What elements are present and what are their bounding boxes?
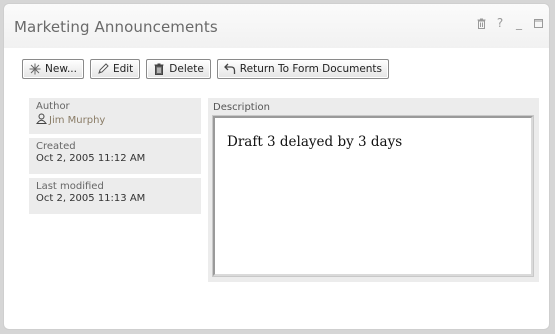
author-panel: Author Jim Murphy — [29, 98, 201, 134]
description-label: Description — [213, 102, 270, 113]
portlet-titlebar: Marketing Announcements ? _ — [4, 4, 549, 48]
modified-panel: Last modified Oct 2, 2005 11:13 AM — [29, 178, 201, 214]
portlet-title: Marketing Announcements — [14, 18, 218, 36]
help-icon[interactable]: ? — [495, 16, 505, 30]
new-button[interactable]: New... — [22, 59, 84, 79]
sparkle-icon — [29, 63, 41, 75]
modified-value: Oct 2, 2005 11:13 AM — [36, 193, 146, 204]
minimize-icon[interactable]: _ — [514, 16, 524, 30]
edit-button-label: Edit — [112, 63, 134, 75]
description-box: Draft 3 delayed by 3 days — [212, 115, 534, 277]
back-arrow-icon — [223, 63, 236, 75]
delete-button-label: Delete — [169, 63, 204, 75]
description-text: Draft 3 delayed by 3 days — [227, 134, 403, 150]
window-controls: ? _ — [476, 16, 543, 30]
trash-icon — [153, 63, 165, 75]
action-toolbar: New... Edit Delete Return To Form Docume… — [22, 59, 390, 79]
edit-button[interactable]: Edit — [89, 59, 141, 79]
author-name: Jim Murphy — [49, 114, 106, 126]
created-panel: Created Oct 2, 2005 11:12 AM — [29, 138, 201, 174]
maximize-icon[interactable] — [533, 16, 543, 30]
author-label: Author — [36, 101, 70, 112]
author-value[interactable]: Jim Murphy — [36, 113, 194, 127]
trash-icon[interactable] — [476, 16, 486, 30]
return-to-form-documents-button[interactable]: Return To Form Documents — [216, 59, 390, 79]
modified-label: Last modified — [36, 181, 104, 192]
created-value: Oct 2, 2005 11:12 AM — [36, 153, 146, 164]
user-icon — [36, 113, 47, 127]
portlet-window: Marketing Announcements ? _ New... Edit — [3, 3, 550, 330]
created-label: Created — [36, 141, 76, 152]
description-panel: Description Draft 3 delayed by 3 days — [208, 98, 539, 282]
pencil-icon — [97, 63, 109, 75]
return-button-label: Return To Form Documents — [239, 63, 383, 75]
delete-button[interactable]: Delete — [146, 59, 211, 79]
new-button-label: New... — [45, 63, 77, 75]
